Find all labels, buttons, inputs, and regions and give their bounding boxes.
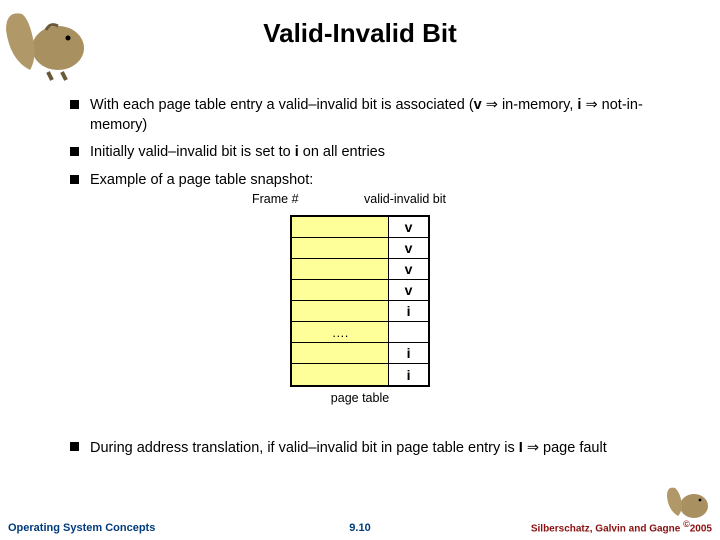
frame-cell bbox=[292, 259, 389, 279]
frame-cell bbox=[292, 238, 389, 258]
footer-right: Silberschatz, Galvin and Gagne ©2005 bbox=[531, 519, 712, 534]
text: During address translation, if valid–inv… bbox=[90, 440, 519, 456]
table-row: v bbox=[292, 238, 428, 259]
frame-cell bbox=[292, 343, 389, 363]
footer-credits: Silberschatz, Galvin and Gagne bbox=[531, 523, 683, 534]
table-row-ellipsis: …. bbox=[292, 322, 428, 343]
column-header-vib: valid-invalid bit bbox=[364, 192, 446, 206]
bit-cell: i bbox=[389, 343, 428, 363]
table-row: v bbox=[292, 280, 428, 301]
bullet-icon bbox=[70, 100, 79, 109]
frame-cell bbox=[292, 301, 389, 321]
arrow-icon: ⇒ bbox=[527, 440, 539, 456]
page-table: v v v v i …. i bbox=[290, 215, 430, 387]
bit-cell: i bbox=[389, 301, 428, 321]
frame-cell bbox=[292, 280, 389, 300]
text: Initially valid–invalid bit is set to bbox=[90, 144, 295, 160]
copyright-icon: © bbox=[683, 519, 690, 529]
bullet-icon bbox=[70, 442, 79, 451]
text-bold: i bbox=[577, 97, 581, 113]
arrow-icon: ⇒ bbox=[486, 97, 498, 113]
page-title: Valid-Invalid Bit bbox=[0, 18, 720, 49]
frame-cell bbox=[292, 364, 389, 385]
bit-cell: v bbox=[389, 259, 428, 279]
text: With each page table entry a valid–inval… bbox=[90, 97, 474, 113]
bullet-item: Initially valid–invalid bit is set to i … bbox=[70, 143, 660, 163]
bullet-item: Example of a page table snapshot: bbox=[70, 171, 660, 191]
bit-cell: v bbox=[389, 238, 428, 258]
column-header-frame: Frame # bbox=[252, 192, 299, 206]
text: in-memory, bbox=[498, 97, 578, 113]
table-caption: page table bbox=[331, 391, 389, 405]
lower-bullet: During address translation, if valid–inv… bbox=[70, 438, 660, 459]
bullet-icon bbox=[70, 147, 79, 156]
dinosaur-image-small bbox=[664, 482, 710, 522]
frame-cell bbox=[292, 217, 389, 237]
text-bold: v bbox=[474, 97, 482, 113]
frame-cell-ellipsis: …. bbox=[292, 322, 389, 342]
bit-cell: v bbox=[389, 280, 428, 300]
table-header-row: Frame # valid-invalid bit bbox=[230, 192, 490, 212]
bullet-item: With each page table entry a valid–inval… bbox=[70, 96, 660, 135]
slide: Valid-Invalid Bit With each page table e… bbox=[0, 0, 720, 540]
table-row: i bbox=[292, 343, 428, 364]
bullet-item: During address translation, if valid–inv… bbox=[70, 438, 660, 459]
table-row: i bbox=[292, 364, 428, 385]
text: page fault bbox=[539, 440, 607, 456]
bullet-icon bbox=[70, 175, 79, 184]
footer-year: 2005 bbox=[690, 523, 712, 534]
text: Example of a page table snapshot: bbox=[90, 172, 313, 188]
table-row: v bbox=[292, 259, 428, 280]
bullet-list: With each page table entry a valid–inval… bbox=[70, 96, 660, 198]
bit-cell: v bbox=[389, 217, 428, 237]
text-bold: I bbox=[519, 440, 523, 456]
table-row: v bbox=[292, 217, 428, 238]
bit-cell: i bbox=[389, 364, 428, 385]
text: on all entries bbox=[299, 144, 385, 160]
arrow-icon: ⇒ bbox=[585, 97, 597, 113]
bit-cell bbox=[389, 322, 428, 342]
table-row: i bbox=[292, 301, 428, 322]
page-table-diagram: Frame # valid-invalid bit v v v v i bbox=[0, 192, 720, 405]
